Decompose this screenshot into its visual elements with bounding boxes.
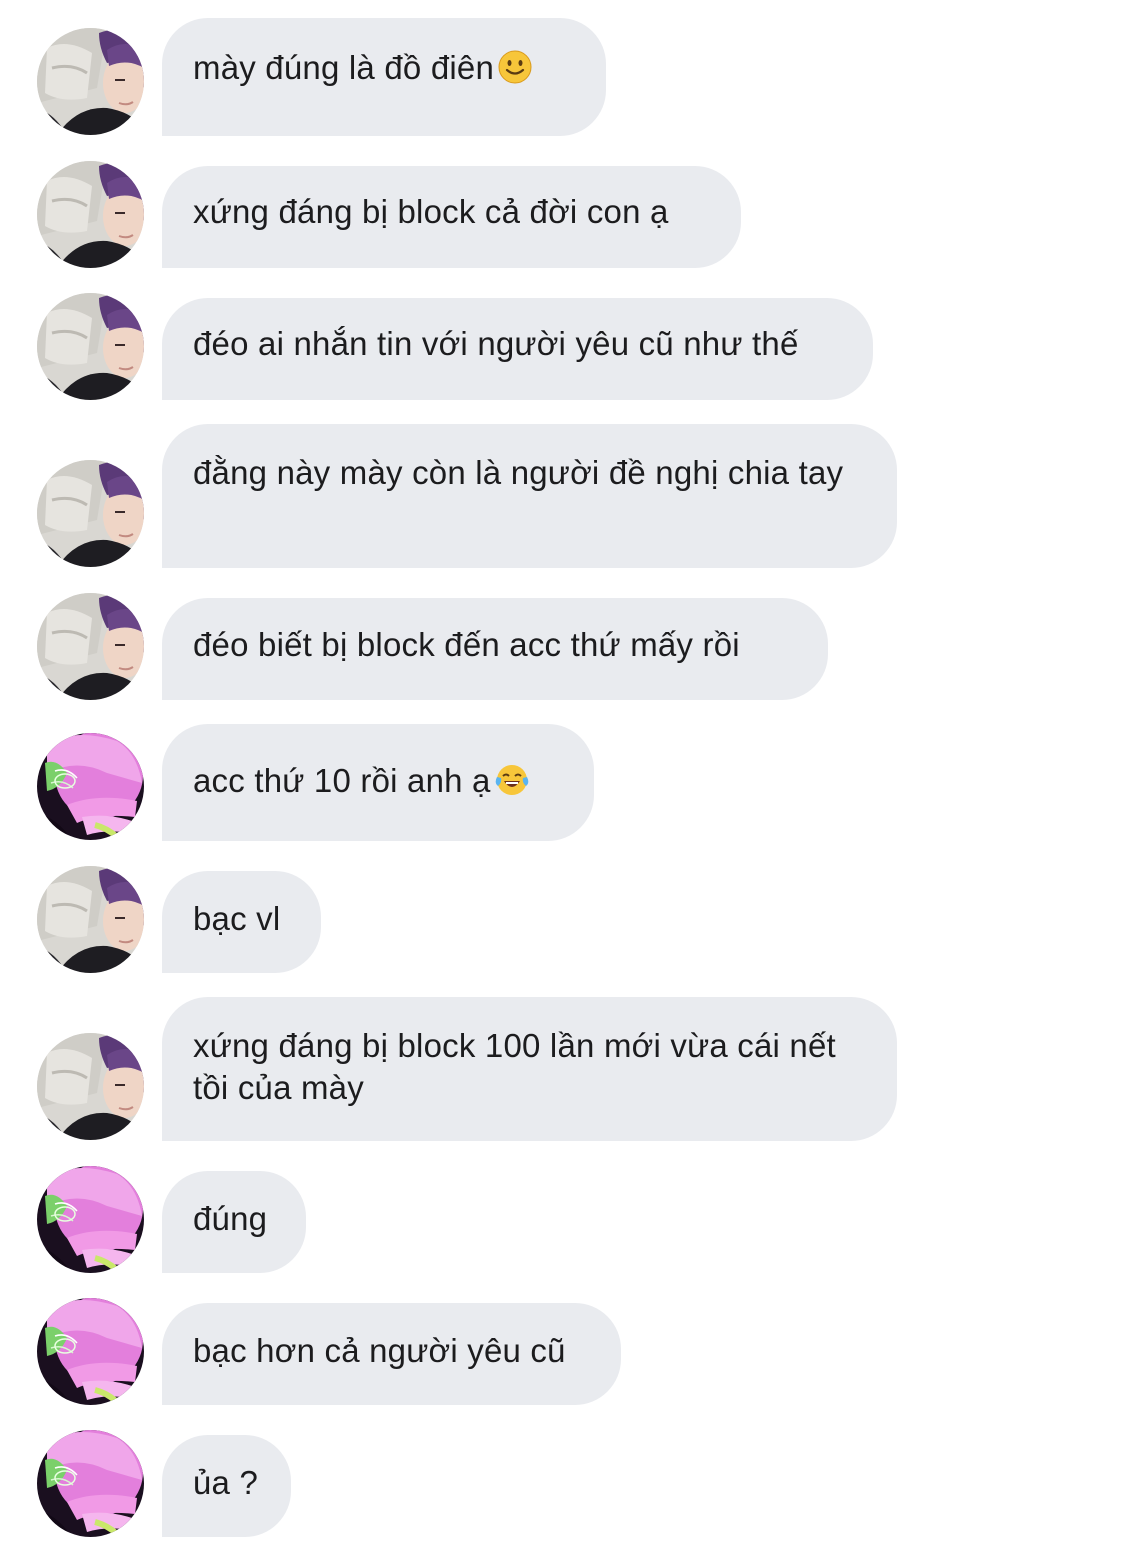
message-bubble[interactable]: đéo biết bị block đến acc thứ mấy rồi [162, 598, 828, 700]
message-bubble[interactable]: xứng đáng bị block 100 lần mới vừa cái n… [162, 997, 897, 1141]
friend-avatar[interactable] [37, 293, 144, 400]
user-avatar[interactable] [37, 1430, 144, 1537]
friend-avatar[interactable] [37, 460, 144, 567]
user-avatar[interactable] [37, 1166, 144, 1273]
message-text: đằng này mày còn là người đề nghị chia t… [193, 454, 844, 491]
message-bubble[interactable]: mày đúng là đồ điên [162, 18, 606, 136]
message-text: xứng đáng bị block 100 lần mới vừa cái n… [193, 1027, 836, 1106]
message-bubble[interactable]: bạc vl [162, 871, 321, 973]
message-text: mày đúng là đồ điên [193, 49, 495, 86]
friend-avatar[interactable] [37, 28, 144, 135]
user-avatar[interactable] [37, 1298, 144, 1405]
message-text: đéo biết bị block đến acc thứ mấy rồi [193, 626, 740, 663]
message-text: ủa ? [193, 1464, 259, 1501]
tears-of-joy-icon [495, 763, 529, 797]
message-text: đéo ai nhắn tin với người yêu cũ như thế [193, 325, 799, 362]
message-bubble[interactable]: đúng [162, 1171, 306, 1273]
slightly-smiling-face-icon [498, 50, 532, 84]
message-bubble[interactable]: xứng đáng bị block cả đời con ạ [162, 166, 741, 268]
message-bubble[interactable]: ủa ? [162, 1435, 291, 1537]
message-text: acc thứ 10 rồi anh ạ [193, 762, 491, 799]
friend-avatar[interactable] [37, 161, 144, 268]
user-avatar[interactable] [37, 733, 144, 840]
message-text: đúng [193, 1200, 268, 1237]
message-bubble[interactable]: bạc hơn cả người yêu cũ [162, 1303, 621, 1405]
friend-avatar[interactable] [37, 866, 144, 973]
message-text: bạc vl [193, 900, 281, 937]
friend-avatar[interactable] [37, 593, 144, 700]
friend-avatar[interactable] [37, 1033, 144, 1140]
message-bubble[interactable]: đéo ai nhắn tin với người yêu cũ như thế [162, 298, 873, 400]
message-bubble[interactable]: acc thứ 10 rồi anh ạ [162, 724, 594, 841]
message-text: xứng đáng bị block cả đời con ạ [193, 193, 669, 230]
message-bubble[interactable]: đằng này mày còn là người đề nghị chia t… [162, 424, 897, 568]
message-text: bạc hơn cả người yêu cũ [193, 1332, 566, 1369]
